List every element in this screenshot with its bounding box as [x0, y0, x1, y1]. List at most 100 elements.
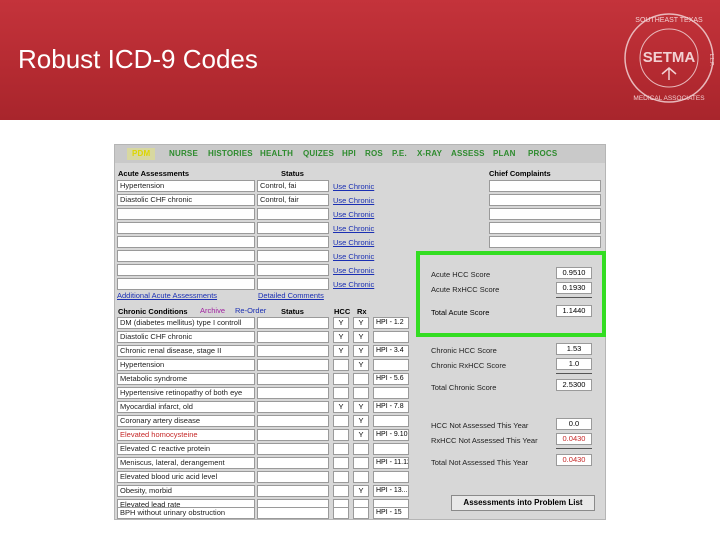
chronic-condition-field[interactable]: BPH without urinary obstruction	[117, 507, 255, 519]
acute-status-field[interactable]	[257, 236, 329, 248]
hpi-field[interactable]	[373, 443, 409, 455]
hpi-field[interactable]	[373, 471, 409, 483]
tab-pe[interactable]: P.E.	[392, 149, 407, 158]
use-chronic-link[interactable]: Use Chronic	[333, 182, 374, 191]
reorder-link[interactable]: Re-Order	[235, 306, 266, 315]
use-chronic-link[interactable]: Use Chronic	[333, 196, 374, 205]
tab-assess[interactable]: ASSESS	[451, 149, 485, 158]
acute-assessment-field[interactable]	[117, 222, 255, 234]
chronic-status-field[interactable]	[257, 331, 329, 343]
chronic-condition-field[interactable]: Elevated homocysteine	[117, 429, 255, 441]
chronic-condition-field[interactable]: Metabolic syndrome	[117, 373, 255, 385]
hpi-field[interactable]: HPI - 13...	[373, 485, 409, 497]
chronic-condition-field[interactable]: Meniscus, lateral, derangement	[117, 457, 255, 469]
tab-procs[interactable]: PROCS	[528, 149, 557, 158]
detailed-comments-link[interactable]: Detailed Comments	[258, 291, 324, 300]
chronic-status-field[interactable]	[257, 457, 329, 469]
rx-field[interactable]	[353, 471, 369, 483]
chronic-condition-field[interactable]: Hypertensive retinopathy of both eye	[117, 387, 255, 399]
tab-hpi[interactable]: HPI	[342, 149, 356, 158]
use-chronic-link[interactable]: Use Chronic	[333, 280, 374, 289]
hcc-field[interactable]: Y	[333, 345, 349, 357]
chronic-condition-field[interactable]: Myocardial infarct, old	[117, 401, 255, 413]
acute-assessment-field[interactable]	[117, 250, 255, 262]
hpi-field[interactable]: HPI - 7.8	[373, 401, 409, 413]
tab-plan[interactable]: PLAN	[493, 149, 516, 158]
hcc-field[interactable]	[333, 471, 349, 483]
chronic-condition-field[interactable]: Coronary artery disease	[117, 415, 255, 427]
chronic-status-field[interactable]	[257, 373, 329, 385]
chronic-status-field[interactable]	[257, 401, 329, 413]
use-chronic-link[interactable]: Use Chronic	[333, 238, 374, 247]
rx-field[interactable]: Y	[353, 317, 369, 329]
chronic-status-field[interactable]	[257, 415, 329, 427]
rx-field[interactable]	[353, 457, 369, 469]
hcc-field[interactable]	[333, 507, 349, 519]
acute-assessment-field[interactable]	[117, 236, 255, 248]
rx-field[interactable]: Y	[353, 359, 369, 371]
acute-assessment-field[interactable]	[117, 208, 255, 220]
rx-field[interactable]: Y	[353, 401, 369, 413]
chronic-condition-field[interactable]: Chronic renal disease, stage II	[117, 345, 255, 357]
acute-status-field[interactable]: Control, fair	[257, 194, 329, 206]
chief-complaint-field[interactable]	[489, 236, 601, 248]
rx-field[interactable]: Y	[353, 415, 369, 427]
hcc-field[interactable]	[333, 359, 349, 371]
chronic-status-field[interactable]	[257, 345, 329, 357]
hpi-field[interactable]: HPI - 5.6	[373, 373, 409, 385]
chronic-status-field[interactable]	[257, 443, 329, 455]
use-chronic-link[interactable]: Use Chronic	[333, 224, 374, 233]
chief-complaint-field[interactable]	[489, 222, 601, 234]
chronic-status-field[interactable]	[257, 359, 329, 371]
chronic-condition-field[interactable]: Elevated C reactive protein	[117, 443, 255, 455]
acute-status-field[interactable]	[257, 278, 329, 290]
chronic-condition-field[interactable]: DM (diabetes mellitus) type I controll	[117, 317, 255, 329]
acute-status-field[interactable]	[257, 222, 329, 234]
rx-field[interactable]	[353, 443, 369, 455]
tab-xray[interactable]: X-RAY	[417, 149, 442, 158]
tab-ros[interactable]: ROS	[365, 149, 383, 158]
rx-field[interactable]	[353, 387, 369, 399]
chief-complaint-field[interactable]	[489, 208, 601, 220]
archive-link[interactable]: Archive	[200, 306, 225, 315]
hcc-field[interactable]	[333, 415, 349, 427]
hpi-field[interactable]	[373, 331, 409, 343]
acute-status-field[interactable]	[257, 208, 329, 220]
acute-status-field[interactable]	[257, 264, 329, 276]
use-chronic-link[interactable]: Use Chronic	[333, 252, 374, 261]
rx-field[interactable]: Y	[353, 345, 369, 357]
hcc-field[interactable]	[333, 485, 349, 497]
hpi-field[interactable]: HPI - 3.4	[373, 345, 409, 357]
hcc-field[interactable]: Y	[333, 331, 349, 343]
hcc-field[interactable]	[333, 443, 349, 455]
rx-field[interactable]: Y	[353, 485, 369, 497]
tab-quizes[interactable]: QUIZES	[303, 149, 334, 158]
acute-assessment-field[interactable]: Diastolic CHF chronic	[117, 194, 255, 206]
rx-field[interactable]	[353, 507, 369, 519]
chief-complaint-field[interactable]	[489, 194, 601, 206]
acute-assessment-field[interactable]: Hypertension	[117, 180, 255, 192]
chronic-status-field[interactable]	[257, 471, 329, 483]
chronic-status-field[interactable]	[257, 387, 329, 399]
chief-complaint-field[interactable]	[489, 180, 601, 192]
chronic-status-field[interactable]	[257, 317, 329, 329]
use-chronic-link[interactable]: Use Chronic	[333, 210, 374, 219]
additional-acute-link[interactable]: Additional Acute Assessments	[117, 291, 217, 300]
chronic-condition-field[interactable]: Diastolic CHF chronic	[117, 331, 255, 343]
acute-assessment-field[interactable]	[117, 278, 255, 290]
hcc-field[interactable]: Y	[333, 401, 349, 413]
chronic-status-field[interactable]	[257, 429, 329, 441]
hcc-field[interactable]: Y	[333, 317, 349, 329]
chronic-condition-field[interactable]: Elevated blood uric acid level	[117, 471, 255, 483]
hpi-field[interactable]: HPI - 9.10	[373, 429, 409, 441]
hpi-field[interactable]	[373, 359, 409, 371]
use-chronic-link[interactable]: Use Chronic	[333, 266, 374, 275]
hpi-field[interactable]: HPI - 11.12	[373, 457, 409, 469]
tab-histories[interactable]: HISTORIES	[208, 149, 253, 158]
tab-pdm[interactable]: PDM	[127, 148, 156, 160]
tab-health[interactable]: HEALTH	[260, 149, 293, 158]
hpi-field[interactable]	[373, 415, 409, 427]
hcc-field[interactable]	[333, 387, 349, 399]
tab-nurse[interactable]: NURSE	[169, 149, 198, 158]
hcc-field[interactable]	[333, 457, 349, 469]
